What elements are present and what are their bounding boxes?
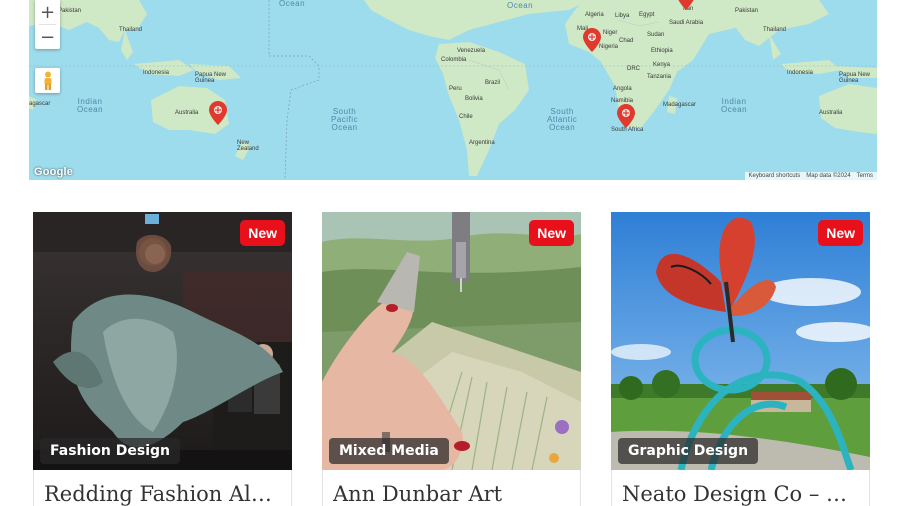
country-label: Colombia (441, 57, 467, 63)
country-label: Madagascar (663, 102, 697, 108)
ocean-label: Ocean (279, 0, 306, 8)
country-label: Egypt (639, 12, 655, 18)
map-marker[interactable] (617, 104, 635, 128)
ocean-label: South Atlantic Ocean (547, 107, 578, 132)
map-marker[interactable] (209, 101, 227, 125)
google-logo: Google (34, 166, 74, 178)
pegman-icon (44, 71, 51, 90)
country-label: Ethiopia (651, 48, 673, 54)
country-label: Thailand (763, 27, 787, 33)
country-label: Niger (603, 30, 618, 36)
zoom-out-button[interactable]: − (35, 25, 60, 49)
card-image-graphic-design[interactable]: New Graphic Design (611, 212, 870, 470)
country-label: Pakistan (735, 8, 759, 14)
zoom-control: + − (35, 0, 60, 49)
keyboard-shortcuts-link[interactable]: Keyboard shortcuts (749, 173, 801, 179)
new-badge: New (818, 220, 863, 246)
new-badge: New (240, 220, 285, 246)
country-label: Algeria (585, 12, 604, 18)
country-label: DRC (627, 66, 640, 72)
map-data-text: Map data ©2024 (806, 173, 851, 179)
country-label: Nigeria (599, 44, 619, 50)
country-label: Kenya (653, 62, 671, 68)
card-title[interactable]: Neato Design Co – K… (622, 482, 862, 506)
category-badge[interactable]: Fashion Design (40, 438, 180, 464)
country-label: Thailand (119, 27, 143, 33)
card-body: Neato Design Co – K… (611, 470, 870, 506)
country-label: Australia (819, 110, 843, 116)
country-label: Angola (613, 86, 632, 92)
country-label: Libya (615, 13, 630, 19)
butterfly-sculpture-photo (611, 212, 870, 470)
country-label: Papua New Guinea (839, 72, 871, 84)
country-label: Indonesia (143, 70, 170, 76)
ocean-label: Ocean (507, 1, 534, 10)
country-label: Venezuela (457, 48, 486, 54)
new-badge: New (529, 220, 574, 246)
category-badge[interactable]: Graphic Design (618, 438, 759, 464)
country-label: Chile (459, 114, 473, 120)
mixed-media-photo (322, 212, 581, 470)
country-label: Brazil (485, 80, 501, 86)
card-title[interactable]: Redding Fashion Al… (44, 482, 284, 506)
country-label: Indonesia (787, 70, 814, 76)
map-marker[interactable] (677, 0, 695, 10)
ocean-label: Indian Ocean (77, 97, 104, 114)
country-label: Peru (449, 86, 462, 92)
ocean-label: Indian Ocean (721, 97, 748, 114)
card-body: Redding Fashion Al… (33, 470, 292, 506)
listing-card[interactable]: New Fashion Design Redding Fashion Al… (33, 212, 292, 506)
map-attribution: Keyboard shortcuts Map data ©2024 Terms (744, 172, 877, 180)
country-label: Tanzania (647, 74, 672, 80)
world-map[interactable]: Ocean Ocean Indian Ocean South Pacific O… (29, 0, 877, 180)
country-label: Chad (619, 38, 634, 44)
country-label: Argentina (469, 140, 495, 146)
zoom-in-button[interactable]: + (35, 0, 60, 24)
terms-link[interactable]: Terms (857, 173, 873, 179)
card-title[interactable]: Ann Dunbar Art (333, 482, 573, 506)
card-body: Ann Dunbar Art (322, 470, 581, 506)
category-badge[interactable]: Mixed Media (329, 438, 449, 464)
ocean-label: South Pacific Ocean (331, 107, 359, 132)
country-label: Bolivia (465, 96, 483, 102)
card-image-mixed-media[interactable]: New Mixed Media (322, 212, 581, 470)
country-label: Saudi Arabia (669, 20, 704, 26)
country-label: Australia (175, 110, 199, 116)
country-label: Sudan (647, 32, 665, 38)
country-label: Papua New Guinea (195, 72, 227, 84)
listing-card[interactable]: New Graphic Design Neato Design Co – K… (611, 212, 870, 506)
fashion-photo (33, 212, 292, 470)
map-marker[interactable] (583, 28, 601, 52)
country-label: New Zealand (237, 140, 259, 152)
card-image-fashion[interactable]: New Fashion Design (33, 212, 292, 470)
page: Ocean Ocean Indian Ocean South Pacific O… (0, 0, 900, 506)
listing-card[interactable]: New Mixed Media Ann Dunbar Art (322, 212, 581, 506)
country-label: agascar (29, 101, 51, 107)
street-view-pegman[interactable] (35, 68, 60, 93)
country-label: Pakistan (58, 8, 82, 14)
